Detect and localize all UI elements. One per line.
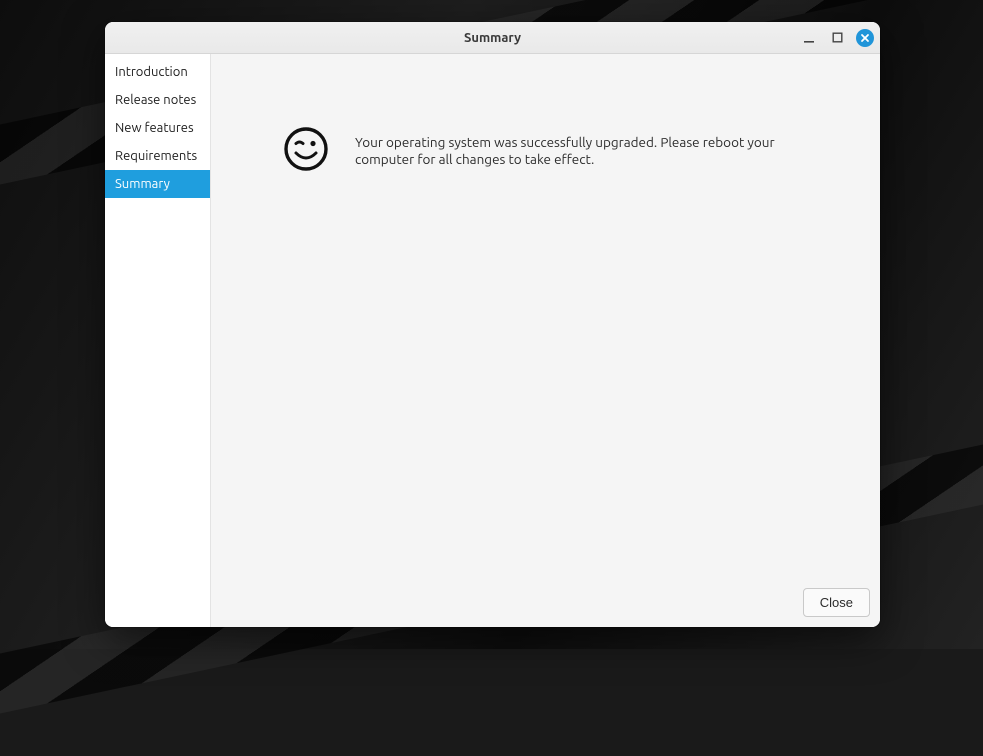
sidebar-item-label: Introduction: [115, 65, 188, 79]
content-pane: Your operating system was successfully u…: [211, 54, 880, 627]
summary-message-row: Your operating system was successfully u…: [211, 54, 880, 176]
sidebar-item-label: Summary: [115, 177, 170, 191]
maximize-icon: [832, 32, 843, 43]
minimize-button[interactable]: [800, 29, 818, 47]
sidebar-item-release-notes[interactable]: Release notes: [105, 86, 210, 114]
close-button[interactable]: Close: [803, 588, 870, 617]
sidebar: Introduction Release notes New features …: [105, 54, 211, 627]
sidebar-item-new-features[interactable]: New features: [105, 114, 210, 142]
upgrade-summary-window: Summary Introduction: [105, 22, 880, 627]
summary-message: Your operating system was successfully u…: [355, 134, 785, 168]
titlebar[interactable]: Summary: [105, 22, 880, 54]
sidebar-item-label: Requirements: [115, 149, 197, 163]
close-window-button[interactable]: [856, 29, 874, 47]
sidebar-item-summary[interactable]: Summary: [105, 170, 210, 198]
maximize-button[interactable]: [828, 29, 846, 47]
close-icon: [860, 33, 870, 43]
sidebar-item-label: New features: [115, 121, 194, 135]
wink-smiley-icon: [283, 126, 329, 176]
dialog-footer: Close: [803, 588, 870, 617]
sidebar-item-introduction[interactable]: Introduction: [105, 58, 210, 86]
window-controls: [800, 22, 874, 53]
minimize-icon: [803, 32, 815, 44]
sidebar-item-requirements[interactable]: Requirements: [105, 142, 210, 170]
sidebar-item-label: Release notes: [115, 93, 196, 107]
window-title: Summary: [105, 31, 880, 45]
window-body: Introduction Release notes New features …: [105, 54, 880, 627]
